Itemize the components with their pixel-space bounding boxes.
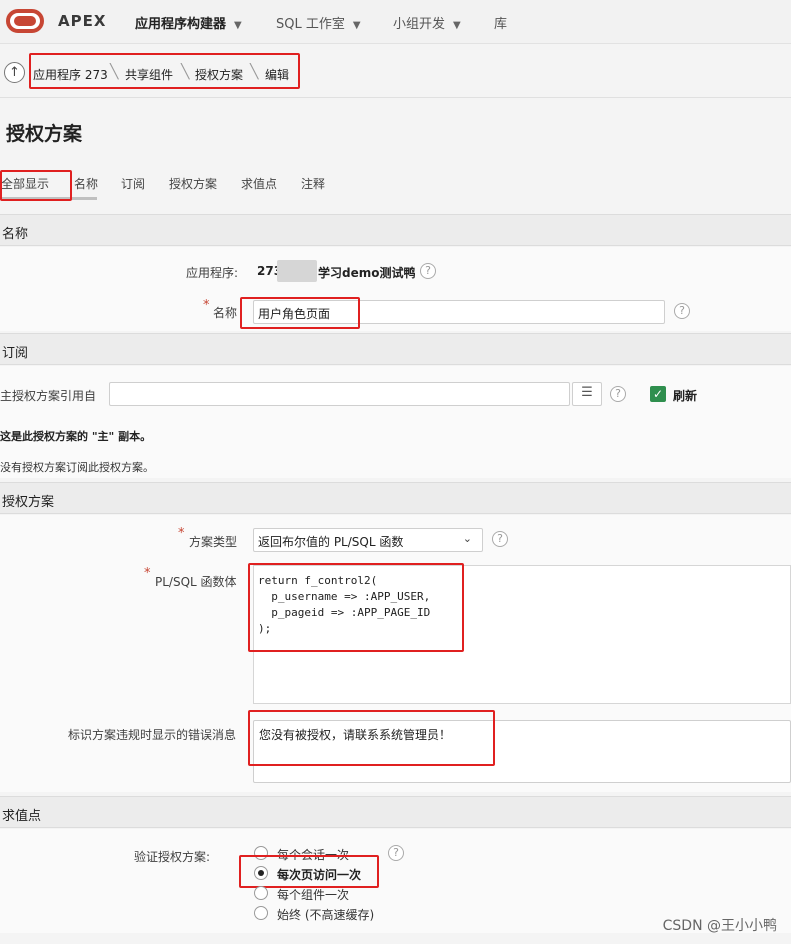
radio-label-page-view: 每次页访问一次 <box>277 868 362 882</box>
app-value-suffix: 学习demo测试鸭 <box>318 266 416 280</box>
radio-always[interactable] <box>254 906 268 920</box>
refresh-checkbox[interactable]: ✓ <box>650 386 666 402</box>
section-header-name: 名称 <box>0 214 791 246</box>
radio-once-per-component[interactable] <box>254 886 268 900</box>
required-asterisk: * <box>178 526 185 541</box>
help-icon[interactable]: ? <box>674 303 690 319</box>
radio-label-component: 每个组件一次 <box>277 888 350 902</box>
no-subscription-note: 没有授权方案订阅此授权方案。 <box>0 461 154 474</box>
tab-subscription[interactable]: 订阅 <box>121 175 145 192</box>
master-ref-input[interactable] <box>109 382 570 406</box>
breadcrumb-separator: ╲ <box>250 64 259 80</box>
chevron-down-icon: ▼ <box>453 20 461 31</box>
radio-once-per-session[interactable] <box>254 846 268 860</box>
breadcrumb-separator: ╲ <box>110 64 119 80</box>
page-title: 授权方案 <box>6 123 83 145</box>
help-icon[interactable]: ? <box>610 386 626 402</box>
app-name[interactable]: APEX <box>58 12 106 30</box>
plsql-body-label: PL/SQL 函数体 <box>155 575 237 589</box>
breadcrumb-item-edit: 编辑 <box>265 68 290 82</box>
required-asterisk: * <box>203 298 210 313</box>
tab-show-all[interactable]: 全部显示 <box>1 175 49 192</box>
up-arrow-icon[interactable]: ↑ <box>4 62 25 83</box>
section-header-scheme: 授权方案 <box>0 482 791 514</box>
nav-team-development[interactable]: 小组开发 ▼ <box>393 13 461 32</box>
breadcrumb-item-app[interactable]: 应用程序 273 <box>33 66 108 83</box>
tab-authorization[interactable]: 授权方案 <box>169 175 217 192</box>
breadcrumb-bar: ↑ <box>0 44 791 98</box>
chevron-down-icon: ⌄ <box>462 532 472 545</box>
chevron-down-icon: ▼ <box>234 20 242 31</box>
oracle-logo-icon[interactable] <box>6 9 44 33</box>
name-label: 名称 <box>213 306 238 320</box>
breadcrumb-item-shared[interactable]: 共享组件 <box>125 66 173 83</box>
section-header-evaluation: 求值点 <box>0 796 791 828</box>
error-message-input[interactable]: 您没有被授权，请联系系统管理员！ <box>253 720 791 783</box>
nav-gallery[interactable]: 库 <box>494 13 507 32</box>
tab-comments[interactable]: 注释 <box>301 175 325 192</box>
scheme-type-select[interactable]: 返回布尔值的 PL/SQL 函数 ⌄ <box>253 528 483 552</box>
list-picker-icon[interactable]: ☰ <box>572 382 602 406</box>
breadcrumb-separator: ╲ <box>181 64 190 80</box>
nav-app-builder[interactable]: 应用程序构建器 ▼ <box>135 13 242 32</box>
required-asterisk: * <box>144 566 151 581</box>
nav-sql-workshop[interactable]: SQL 工作室 ▼ <box>276 13 361 32</box>
name-input[interactable]: 用户角色页面 <box>253 300 665 324</box>
breadcrumb-item-auth[interactable]: 授权方案 <box>195 66 243 83</box>
radio-label-always: 始终 (不高速缓存) <box>277 908 375 922</box>
master-ref-label: 主授权方案引用自 <box>0 389 97 403</box>
top-navigation-bar: APEX 应用程序构建器 ▼ SQL 工作室 ▼ 小组开发 ▼ 库 <box>0 0 791 44</box>
section-header-subscription: 订阅 <box>0 333 791 365</box>
watermark: CSDN @王小小鸭 <box>662 918 777 934</box>
tab-evaluation[interactable]: 求值点 <box>241 175 277 192</box>
plsql-body-editor[interactable]: return f_control2( p_username => :APP_US… <box>253 565 791 704</box>
radio-once-per-page-view[interactable] <box>254 866 268 880</box>
master-copy-note: 这是此授权方案的 "主" 副本。 <box>0 430 152 443</box>
error-message-label: 标识方案违规时显示的错误消息 <box>68 728 237 742</box>
app-label: 应用程序: <box>186 266 239 280</box>
scheme-type-label: 方案类型 <box>189 535 238 549</box>
help-icon[interactable]: ? <box>388 845 404 861</box>
help-icon[interactable]: ? <box>420 263 436 279</box>
chevron-down-icon: ▼ <box>352 20 361 31</box>
tab-name[interactable]: 名称 <box>74 175 98 192</box>
help-icon[interactable]: ? <box>492 531 508 547</box>
active-tab-indicator <box>0 197 97 200</box>
verify-scheme-label: 验证授权方案: <box>134 850 211 864</box>
radio-label-session: 每个会话一次 <box>277 848 350 862</box>
redacted-text <box>277 260 317 282</box>
refresh-label: 刷新 <box>673 389 698 403</box>
